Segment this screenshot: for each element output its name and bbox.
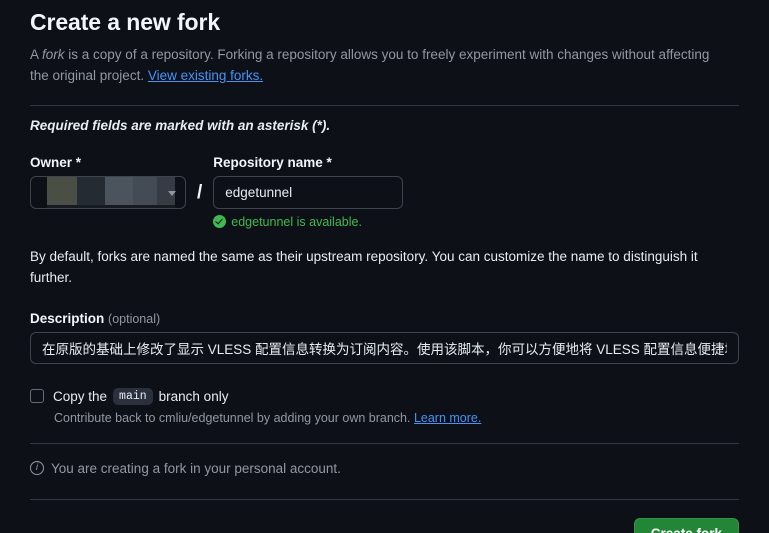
availability-message: edgetunnel is available. bbox=[213, 215, 403, 229]
view-existing-forks-link[interactable]: View existing forks. bbox=[148, 68, 263, 83]
required-fields-note: Required fields are marked with an aster… bbox=[30, 117, 331, 133]
description-optional-text: (optional) bbox=[108, 311, 161, 326]
copy-main-branch-checkbox[interactable] bbox=[30, 389, 44, 404]
copy-branch-sub-text: Contribute back to cmliu/edgetunnel by a… bbox=[54, 411, 739, 425]
divider-bottom bbox=[30, 498, 739, 500]
chevron-down-icon bbox=[168, 190, 176, 196]
info-text: You are creating a fork in your personal… bbox=[51, 460, 341, 476]
info-icon bbox=[30, 460, 44, 476]
owner-label: Owner * bbox=[30, 154, 82, 170]
create-fork-button[interactable]: Create fork bbox=[633, 517, 739, 533]
owner-field-group: Owner * bbox=[30, 155, 186, 209]
redacted-block bbox=[133, 176, 157, 208]
copy-branch-group: Copy the main branch only Contribute bac… bbox=[30, 387, 739, 425]
copy-label-before: Copy the bbox=[53, 388, 108, 404]
copy-sub-text: Contribute back to cmliu/edgetunnel by a… bbox=[54, 410, 414, 425]
lede-prefix: A bbox=[30, 46, 43, 62]
page-title: Create a new fork bbox=[30, 9, 221, 35]
owner-select[interactable] bbox=[30, 175, 186, 209]
description-input[interactable] bbox=[30, 331, 739, 364]
divider-middle bbox=[30, 442, 739, 444]
repository-name-input[interactable] bbox=[213, 175, 404, 209]
redacted-block bbox=[77, 176, 105, 208]
lede-body: is a copy of a repository. Forking a rep… bbox=[30, 46, 710, 83]
description-label-text: Description bbox=[30, 310, 105, 326]
personal-account-info: You are creating a fork in your personal… bbox=[30, 460, 739, 476]
availability-text: edgetunnel is available. bbox=[231, 214, 362, 229]
copy-label-after: branch only bbox=[158, 388, 229, 404]
owner-repo-separator: / bbox=[197, 181, 203, 203]
lede-emphasis: fork bbox=[42, 46, 65, 62]
repository-field-group: Repository name * edgetunnel is availabl… bbox=[213, 154, 404, 229]
repository-name-label: Repository name * bbox=[213, 154, 332, 170]
form-footer: Create fork bbox=[30, 517, 739, 533]
description-field-group: Description (optional) bbox=[30, 311, 739, 364]
owner-repo-row: Owner * / Repository name * edgetunnel i… bbox=[30, 155, 739, 229]
redacted-block bbox=[47, 176, 77, 208]
redacted-block bbox=[47, 204, 175, 208]
create-fork-page: Create a new fork A fork is a copy of a … bbox=[0, 0, 769, 533]
copy-branch-label: Copy the main branch only bbox=[53, 387, 229, 405]
divider-top bbox=[30, 104, 739, 106]
fork-naming-helper-text: By default, forks are named the same as … bbox=[30, 248, 698, 285]
branch-name-badge: main bbox=[113, 387, 153, 405]
learn-more-link[interactable]: Learn more. bbox=[414, 411, 481, 425]
description-label: Description (optional) bbox=[30, 311, 739, 326]
redacted-block bbox=[105, 176, 133, 208]
copy-branch-row: Copy the main branch only bbox=[30, 387, 739, 405]
page-description: A fork is a copy of a repository. Forkin… bbox=[30, 45, 730, 87]
check-circle-icon bbox=[213, 215, 227, 229]
